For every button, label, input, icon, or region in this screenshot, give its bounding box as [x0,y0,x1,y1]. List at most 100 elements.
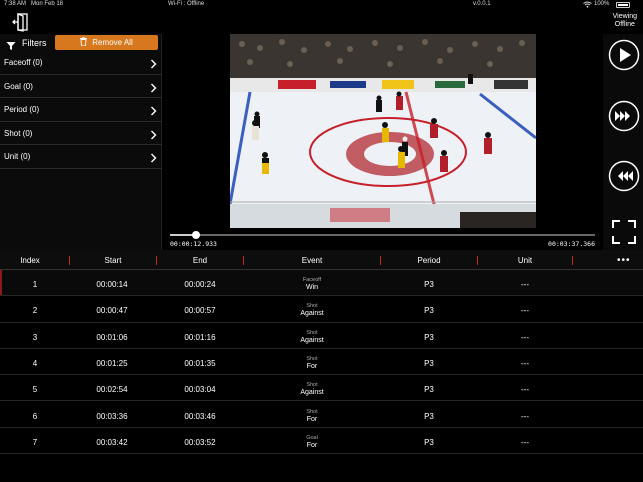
event-result: For [306,441,318,449]
cell-period: P3 [424,306,434,316]
cell-end: 00:00:24 [184,280,216,289]
cell-index: 2 [32,306,38,316]
column-separator [572,256,573,265]
total-time: 00:03:37.366 [548,240,595,248]
filter-item-label: Unit (0) [4,152,31,161]
filter-item-faceoff[interactable]: Faceoff (0) [0,51,162,75]
cell-index: 6 [32,411,38,421]
video-scrubber[interactable] [170,231,595,239]
table-row[interactable]: 2 00:00:47 00:00:57 Shot Against P3 --- [0,296,643,323]
cell-period: P3 [424,411,434,421]
fast-forward-icon[interactable] [608,100,640,132]
wifi-icon [583,1,592,10]
table-row[interactable]: 5 00:02:54 00:03:04 Shot Against P3 --- [0,375,643,402]
cell-unit: --- [521,280,529,289]
column-header-end[interactable]: End [170,256,230,265]
more-icon[interactable]: ••• [617,255,631,266]
playback-controls [603,34,643,250]
status-battery-text: 100% [594,1,610,7]
event-type: Shot [306,303,318,310]
event-type: Faceoff [302,277,322,283]
column-separator [243,256,244,265]
status-network: Wi-Fi : Offline [168,1,205,7]
exit-icon[interactable] [12,12,32,32]
chevron-right-icon [150,127,157,145]
cell-start: 00:03:36 [96,411,128,421]
video-player: 00:00:12.933 00:03:37.366 [162,34,603,250]
filters-label: Filters [22,38,47,48]
cell-start: 00:00:14 [96,280,128,289]
filter-sidebar: Filters Remove All Faceoff (0) Goal (0) … [0,34,162,250]
status-bar: 7:38 AM Mon Feb 18 Wi-Fi : Offline v.0.0… [0,0,643,10]
viewing-line2: Offline [614,21,635,28]
column-header-period[interactable]: Period [399,256,459,265]
event-type: Goal [306,434,318,441]
remove-all-button[interactable]: Remove All [55,35,158,50]
cell-event: Faceoff Win [282,276,342,292]
filter-item-unit[interactable]: Unit (0) [0,145,162,169]
event-type: Shot [306,382,318,389]
cell-start: 00:03:42 [96,437,128,447]
event-result: Against [300,389,324,397]
column-separator [477,256,478,265]
cell-unit: --- [521,437,529,447]
cell-end: 00:03:46 [184,411,216,421]
filter-item-label: Shot (0) [4,128,33,138]
table-row[interactable]: 4 00:01:25 00:01:35 Shot For P3 --- [0,349,643,376]
play-icon[interactable] [608,39,640,71]
cell-index: 7 [32,437,38,447]
cell-event: Shot Against [282,329,342,345]
table-row[interactable]: 7 00:03:42 00:03:52 Goal For P3 --- [0,428,643,455]
event-result: Against [300,336,324,344]
column-header-event[interactable]: Event [282,256,342,265]
event-result: For [306,415,318,423]
cell-start: 00:01:06 [96,332,128,342]
rewind-icon[interactable] [608,160,640,192]
cell-event: Shot Against [282,302,342,318]
cell-start: 00:01:25 [96,358,128,368]
trash-icon [80,37,88,48]
column-separator [156,256,157,265]
current-time: 00:00:12.933 [170,240,217,248]
cell-event: Goal For [282,434,342,450]
cell-start: 00:00:47 [96,306,128,316]
filter-item-label: Period (0) [4,105,40,114]
table-row[interactable]: 3 00:01:06 00:01:16 Shot Against P3 --- [0,323,643,349]
cell-end: 00:01:16 [184,332,216,342]
cell-start: 00:02:54 [96,385,128,395]
table-row[interactable]: 1 00:00:14 00:00:24 Faceoff Win P3 --- [0,270,643,297]
filter-item-period[interactable]: Period (0) [0,98,162,122]
filter-item-label: Goal (0) [4,81,33,91]
status-time: 7:38 AM [4,1,27,7]
cell-end: 00:03:04 [184,385,216,395]
column-header-start[interactable]: Start [83,256,143,265]
event-result: Against [300,310,324,318]
video-frame[interactable] [230,34,536,228]
fullscreen-icon[interactable] [608,216,640,248]
cell-end: 00:00:57 [184,306,216,316]
column-header-index[interactable]: Index [10,256,50,265]
cell-event: Shot For [282,408,342,424]
table-row[interactable]: 6 00:03:36 00:03:46 Shot For P3 --- [0,402,643,428]
filter-item-label: Faceoff (0) [4,58,43,67]
cell-unit: --- [521,358,529,368]
cell-event: Shot For [282,355,342,371]
cell-period: P3 [424,437,434,447]
cell-unit: --- [521,411,529,421]
column-header-unit[interactable]: Unit [495,256,555,265]
cell-index: 3 [32,332,38,342]
filter-item-goal[interactable]: Goal (0) [0,75,162,98]
cell-period: P3 [424,280,434,289]
status-date: Mon Feb 18 [31,1,64,7]
cell-index: 1 [32,280,38,289]
cell-unit: --- [521,385,529,395]
filters-header: Filters Remove All [0,34,162,51]
scrubber-handle[interactable] [191,231,200,239]
cell-unit: --- [521,332,529,342]
cell-unit: --- [521,306,529,316]
cell-end: 00:01:35 [184,358,216,368]
events-table: Index Start End Event Period Unit ••• 1 … [0,250,643,482]
cell-period: P3 [424,385,434,395]
chevron-right-icon [150,56,157,74]
filter-item-shot[interactable]: Shot (0) [0,122,162,145]
